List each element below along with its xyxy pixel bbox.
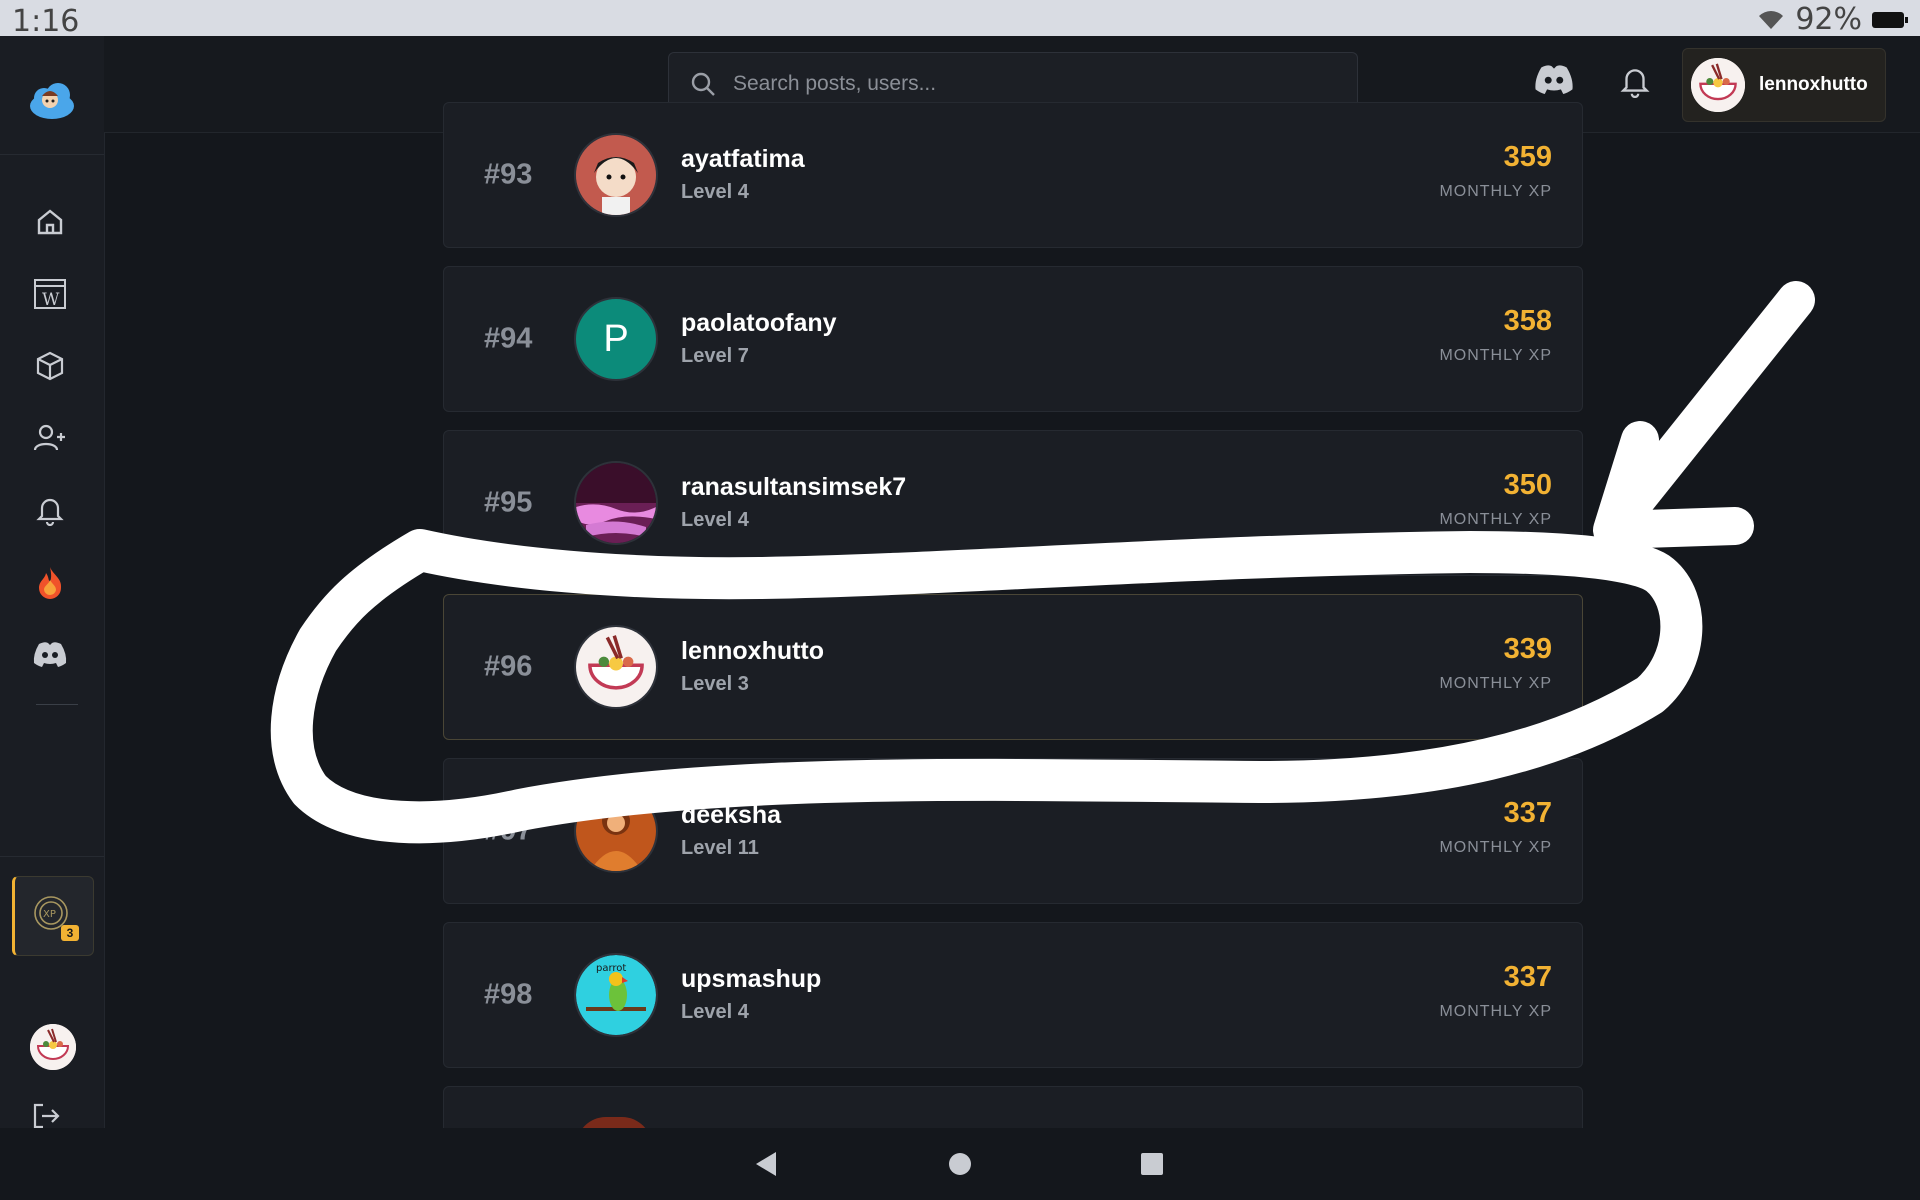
battery-percent: 92%: [1795, 2, 1862, 37]
avatar: [574, 789, 658, 873]
leaderboard-row[interactable]: #94 P paolatoofany Level 7 358 MONTHLY X…: [443, 266, 1583, 412]
rank-number: #93: [484, 158, 533, 191]
cube-icon: [36, 351, 64, 381]
leaderboard-row[interactable]: #97 deeksha Level 11 337 MONTHLY XP: [443, 758, 1583, 904]
app-logo-icon[interactable]: [26, 74, 78, 126]
avatar: [574, 625, 658, 709]
sidebar: W XP 3: [0, 36, 105, 1129]
notifications-header-button[interactable]: [1618, 64, 1658, 104]
search-input[interactable]: [731, 71, 1357, 97]
discord-header-button[interactable]: [1534, 64, 1574, 104]
monthly-xp-label: MONTHLY XP: [1439, 1003, 1552, 1020]
fire-icon: [39, 567, 62, 599]
svg-text:W: W: [42, 290, 60, 310]
sidebar-item-trending[interactable]: [32, 564, 68, 600]
monthly-xp-value: 337: [1503, 961, 1552, 993]
sidebar-item-notifications[interactable]: [32, 492, 68, 528]
sidebar-item-add-user[interactable]: [32, 420, 68, 456]
monthly-xp-value: 358: [1503, 305, 1552, 337]
search-icon: [691, 72, 715, 96]
leaderboard-row[interactable]: #93 ayatfatima Level 4 359 MONTHLY XP: [443, 102, 1583, 248]
user-level: Level 4: [681, 509, 749, 531]
rank-number: #94: [484, 322, 533, 355]
rank-number: #98: [484, 978, 533, 1011]
ramen-avatar-icon: [576, 627, 656, 707]
user-level: Level 11: [681, 837, 759, 859]
home-icon: [37, 209, 63, 235]
sidebar-item-home[interactable]: [32, 204, 68, 240]
monthly-xp-label: MONTHLY XP: [1439, 511, 1552, 528]
recents-nav-icon[interactable]: [1140, 1150, 1164, 1178]
monthly-xp-label: MONTHLY XP: [1439, 675, 1552, 692]
ramen-avatar-icon: [1691, 58, 1745, 112]
avatar: [1691, 58, 1745, 112]
monthly-xp-label: MONTHLY XP: [1439, 347, 1552, 364]
status-bar: 1:16 92%: [0, 0, 1920, 39]
monthly-xp-value: 359: [1503, 141, 1552, 173]
leaderboard-row[interactable]: #95 ranasultansimsek7 Level 4 350 MONTHL…: [443, 430, 1583, 576]
user-level: Level 7: [681, 345, 749, 367]
sidebar-divider: [0, 154, 104, 155]
monthly-xp-value: 339: [1503, 633, 1552, 665]
back-nav-icon[interactable]: [754, 1150, 780, 1178]
discord-icon: [33, 642, 67, 667]
android-nav-bar: [0, 1128, 1920, 1200]
avatar: [574, 461, 658, 545]
discord-icon: [1535, 65, 1573, 94]
annotation-arrow: [1593, 281, 1815, 549]
parrot-avatar-icon: parrot: [576, 955, 656, 1035]
wiki-icon: W: [34, 279, 66, 310]
sidebar-item-wiki[interactable]: W: [32, 276, 68, 312]
sidebar-divider: [0, 856, 104, 857]
username: deeksha: [681, 801, 782, 829]
header-username: lennoxhutto: [1759, 74, 1868, 95]
leaderboard-row[interactable]: #98 parrot upsmashup Level 4 337 MONTHLY…: [443, 922, 1583, 1068]
sidebar-divider: [36, 704, 78, 705]
user-menu-button[interactable]: lennoxhutto: [1682, 48, 1886, 122]
home-nav-icon[interactable]: [948, 1150, 972, 1178]
xp-widget-button[interactable]: XP 3: [12, 876, 94, 956]
sidebar-item-cube[interactable]: [32, 348, 68, 384]
user-level: Level 3: [681, 673, 749, 695]
landscape-avatar-icon: [576, 463, 656, 543]
sidebar-item-discord[interactable]: [32, 636, 68, 672]
username: lennoxhutto: [681, 637, 825, 665]
ramen-avatar-icon: [30, 1024, 76, 1070]
username: ranasultansimsek7: [681, 473, 907, 501]
user-level: Level 4: [681, 1001, 749, 1023]
leaderboard-row-current-user[interactable]: #96 lennoxhutto Level 3 339 MONTHLY XP: [443, 594, 1583, 740]
xp-count-badge: 3: [61, 925, 79, 941]
monthly-xp-value: 337: [1503, 797, 1552, 829]
bell-icon: [36, 498, 64, 526]
avatar: P: [574, 297, 658, 381]
avatar: parrot: [574, 953, 658, 1037]
avatar-initial: P: [603, 317, 629, 360]
portrait-avatar-icon: [576, 791, 656, 871]
rank-number: #96: [484, 650, 533, 683]
svg-text:parrot: parrot: [596, 963, 626, 974]
avatar[interactable]: [30, 1024, 76, 1070]
monthly-xp-value: 350: [1503, 469, 1552, 501]
bell-icon: [1620, 69, 1650, 99]
cartoon-girl-avatar-icon: [576, 135, 656, 215]
username: upsmashup: [681, 965, 822, 993]
username: ayatfatima: [681, 145, 805, 173]
battery-icon: [1872, 11, 1908, 28]
add-user-icon: [33, 424, 65, 451]
svg-text:XP: XP: [43, 909, 56, 920]
status-time: 1:16: [12, 4, 80, 39]
user-level: Level 4: [681, 181, 749, 203]
rank-number: #97: [484, 814, 533, 847]
monthly-xp-label: MONTHLY XP: [1439, 839, 1552, 856]
monthly-xp-label: MONTHLY XP: [1439, 183, 1552, 200]
rank-number: #95: [484, 486, 533, 519]
avatar: [574, 133, 658, 217]
wifi-icon: [1759, 10, 1784, 29]
username: paolatoofany: [681, 309, 837, 337]
